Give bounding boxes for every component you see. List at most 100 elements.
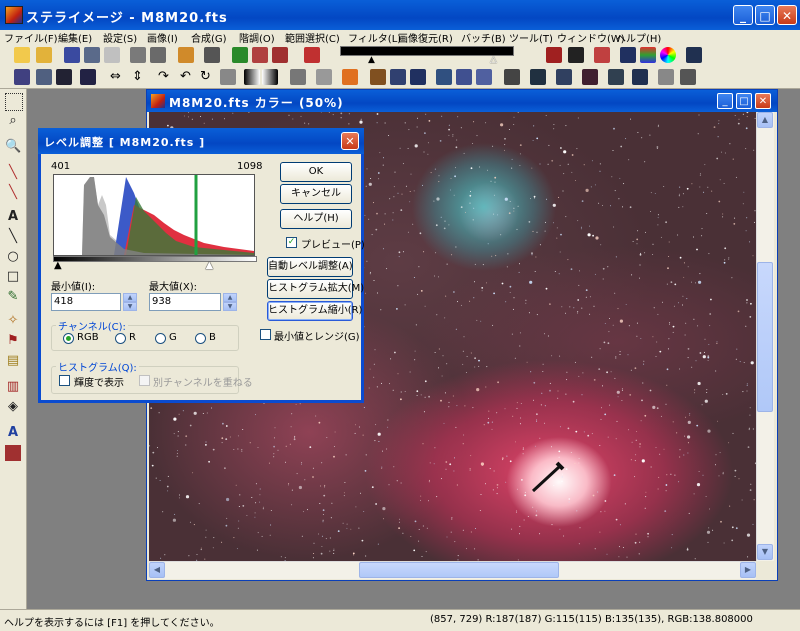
fit-icon[interactable] — [56, 69, 72, 85]
flip-horizontal-icon[interactable]: ⇔ — [110, 69, 121, 84]
stamp-tool-icon[interactable]: ⚑ — [5, 333, 21, 349]
preview-label[interactable]: プレビュー(P) — [301, 236, 365, 251]
vertical-scroll-thumb[interactable] — [757, 262, 773, 412]
brush-icon[interactable] — [370, 69, 386, 85]
flip-vertical-icon[interactable]: ⇕ — [132, 69, 143, 84]
window-icon[interactable] — [658, 69, 674, 85]
rotate-icon[interactable]: ↻ — [200, 69, 211, 84]
filter-icon[interactable] — [582, 69, 598, 85]
select-icon[interactable] — [456, 69, 472, 85]
rectangle-tool-icon[interactable]: □ — [5, 269, 21, 285]
menu-edit[interactable]: 編集(E) — [58, 30, 92, 45]
image-window-icon[interactable] — [151, 94, 165, 108]
grid-icon[interactable] — [204, 47, 220, 63]
magnifier-icon[interactable]: 🔍 — [5, 139, 21, 155]
min-and-range-checkbox[interactable] — [260, 329, 271, 340]
menu-restore[interactable]: 画像復元(R) — [398, 30, 453, 45]
binoculars-icon[interactable] — [568, 47, 584, 63]
channel-b-radio[interactable] — [195, 333, 206, 344]
black-point-marker-icon[interactable]: ▲ — [368, 55, 375, 65]
menu-file[interactable]: ファイル(F) — [4, 30, 58, 45]
channel-rgb-radio[interactable] — [63, 333, 74, 344]
profile-tool-icon[interactable]: ▥ — [5, 379, 21, 395]
wand-tool-icon[interactable]: ✧ — [5, 313, 21, 329]
menu-settings[interactable]: 設定(S) — [103, 30, 137, 45]
vertical-scrollbar[interactable]: ▲ ▼ — [756, 112, 774, 561]
measure-icon[interactable] — [476, 69, 492, 85]
menu-filter[interactable]: フィルタ(L) — [348, 30, 401, 45]
color-wheel-icon[interactable] — [660, 47, 676, 63]
print-icon[interactable] — [104, 47, 120, 63]
close-button[interactable]: ✕ — [777, 5, 797, 25]
eyedropper-icon[interactable]: ╲ — [5, 165, 21, 181]
horizontal-scrollbar[interactable]: ◀ ▶ — [149, 561, 756, 579]
overlay-channel-checkbox[interactable] — [139, 375, 150, 386]
channel-g-label[interactable]: G — [169, 332, 177, 343]
annotation-tool-icon[interactable]: A — [5, 425, 21, 441]
min-value-input[interactable]: 418 — [51, 293, 121, 311]
image-minimize-button[interactable]: _ — [717, 93, 733, 109]
histogram-icon[interactable] — [232, 47, 248, 63]
scroll-right-button[interactable]: ▶ — [740, 562, 756, 578]
rect-select-icon[interactable] — [5, 93, 23, 111]
menu-help[interactable]: ヘルプ(H) — [616, 30, 661, 45]
white-point-marker-icon[interactable]: △ — [490, 55, 497, 65]
mesh-icon[interactable] — [504, 69, 520, 85]
eraser-tool-icon[interactable]: ◈ — [5, 399, 21, 415]
luminance-checkbox[interactable] — [59, 375, 70, 386]
mask-icon[interactable] — [608, 69, 624, 85]
cancel-button[interactable]: キャンセル — [280, 184, 352, 204]
crop-icon[interactable] — [36, 69, 52, 85]
stack-icon[interactable] — [290, 69, 306, 85]
maximize-button[interactable]: □ — [755, 5, 775, 25]
levels-icon[interactable] — [252, 47, 268, 63]
resize-icon[interactable] — [80, 69, 96, 85]
copy-icon[interactable] — [150, 47, 166, 63]
scroll-up-button[interactable]: ▲ — [757, 112, 773, 128]
deconvolution-icon[interactable] — [390, 69, 406, 85]
gradient-icon[interactable] — [244, 69, 260, 85]
palette-icon[interactable] — [594, 47, 610, 63]
max-value-input[interactable]: 938 — [149, 293, 221, 311]
menu-image[interactable]: 画像(I) — [147, 30, 178, 45]
star-image-icon[interactable] — [620, 47, 636, 63]
histogram-graph[interactable] — [53, 174, 255, 256]
menu-batch[interactable]: バッチ(B) — [461, 30, 506, 45]
compare-icon[interactable] — [556, 69, 572, 85]
invert-gradient-icon[interactable] — [262, 69, 278, 85]
undo-icon[interactable] — [178, 47, 194, 63]
channel-b-label[interactable]: B — [209, 332, 216, 343]
grid-select-icon[interactable] — [14, 69, 30, 85]
rotate-ccw-icon[interactable]: ↶ — [180, 69, 191, 84]
batch-icon[interactable] — [530, 69, 546, 85]
new-icon[interactable] — [14, 47, 30, 63]
scroll-down-button[interactable]: ▼ — [757, 544, 773, 560]
channel-r-label[interactable]: R — [129, 332, 136, 343]
color-tool-icon[interactable] — [5, 445, 21, 461]
max-level-slider-handle[interactable]: ▲ — [206, 261, 214, 271]
image-close-button[interactable]: ✕ — [755, 93, 771, 109]
rotate-cw-icon[interactable]: ↷ — [158, 69, 169, 84]
pencil-tool-icon[interactable]: ✎ — [5, 289, 21, 305]
min-and-range-label[interactable]: 最小値とレンジ(G) — [274, 328, 360, 343]
minimize-button[interactable]: _ — [733, 5, 753, 25]
auto-level-button[interactable]: 自動レベル調整(A) — [267, 257, 353, 277]
ruler-tool-icon[interactable]: ▤ — [5, 353, 21, 369]
pick-icon[interactable]: ╲ — [5, 185, 21, 201]
max-value-spinner[interactable]: ▲ ▼ — [223, 293, 237, 311]
rgb-icon[interactable] — [640, 47, 656, 63]
menu-tools[interactable]: ツール(T) — [509, 30, 553, 45]
dialog-close-button[interactable]: ✕ — [341, 132, 359, 150]
menu-tone[interactable]: 階調(O) — [239, 30, 275, 45]
open-icon[interactable] — [36, 47, 52, 63]
pointer-icon[interactable] — [436, 69, 452, 85]
histogram-expand-button[interactable]: ヒストグラム拡大(M) — [267, 279, 364, 299]
save-as-icon[interactable] — [84, 47, 100, 63]
help-button[interactable]: ヘルプ(H) — [280, 209, 352, 229]
menu-window[interactable]: ウィンドウ(W) — [557, 30, 625, 45]
channel-rgb-label[interactable]: RGB — [77, 332, 99, 343]
view-icon[interactable] — [686, 47, 702, 63]
text-tool-icon[interactable]: A — [5, 209, 21, 225]
graph-icon[interactable] — [546, 47, 562, 63]
window-tile-icon[interactable] — [680, 69, 696, 85]
